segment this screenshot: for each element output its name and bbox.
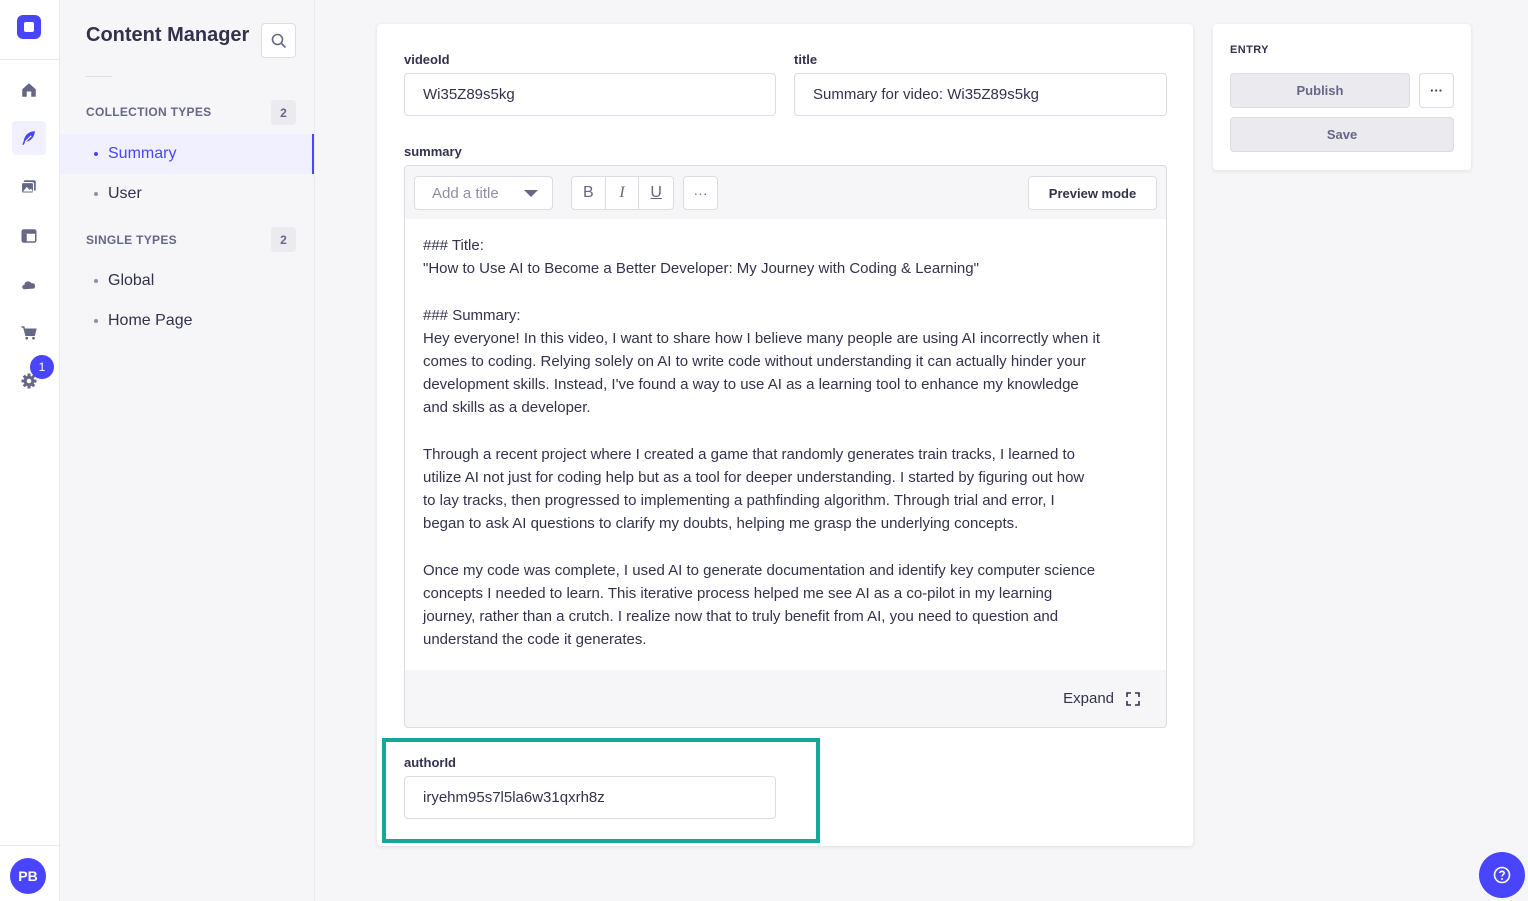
heading-select[interactable]: Add a title [414, 176, 553, 210]
layout-icon[interactable] [12, 219, 46, 253]
bullet-icon [94, 319, 98, 323]
highlight-box [382, 738, 820, 843]
bold-button[interactable]: B [572, 177, 606, 209]
expand-label: Expand [1063, 690, 1114, 707]
save-button[interactable]: Save [1230, 117, 1454, 152]
collection-types-count: 2 [271, 100, 296, 125]
sidebar-title: Content Manager [86, 24, 250, 46]
divider [86, 76, 112, 77]
media-icon[interactable] [12, 170, 46, 204]
more-actions-button[interactable]: ··· [1419, 73, 1454, 108]
search-icon [271, 33, 286, 48]
edit-form-card: videoId Wi35Z89s5kg title Summary for vi… [377, 24, 1193, 846]
summary-label: summary [404, 144, 462, 159]
expand-icon [1126, 691, 1140, 706]
publish-button[interactable]: Publish [1230, 73, 1410, 108]
collection-types-label[interactable]: COLLECTION TYPES [86, 105, 211, 119]
videoId-label: videoId [404, 52, 450, 67]
notification-badge: 1 [30, 355, 54, 379]
format-buttons: B I U [571, 176, 674, 210]
preview-mode-button[interactable]: Preview mode [1028, 176, 1157, 210]
sidebar-search-button[interactable] [261, 23, 296, 58]
sidebar-item-summary[interactable]: Summary [60, 134, 314, 174]
more-formats-button[interactable]: ··· [683, 176, 718, 210]
feather-icon[interactable] [12, 121, 46, 155]
expand-button[interactable]: Expand [1063, 690, 1140, 707]
entry-panel: ENTRY Publish ··· Save [1213, 24, 1471, 170]
home-icon[interactable] [12, 73, 46, 107]
divider [0, 59, 60, 60]
entry-label: ENTRY [1230, 44, 1269, 56]
bullet-icon [94, 192, 98, 196]
title-input[interactable]: Summary for video: Wi35Z89s5kg [794, 73, 1167, 116]
cloud-icon[interactable] [12, 267, 46, 301]
summary-textarea[interactable]: ### Title: "How to Use AI to Become a Be… [405, 219, 1166, 670]
bullet-icon [94, 152, 98, 156]
help-icon [1493, 866, 1511, 884]
sidebar-item-label: User [108, 185, 142, 202]
single-types-count: 2 [271, 227, 296, 252]
strapi-logo-icon[interactable] [17, 15, 41, 39]
avatar[interactable]: PB [10, 858, 46, 894]
sidebar-item-home-page[interactable]: Home Page [60, 301, 314, 341]
help-button[interactable] [1479, 852, 1525, 898]
italic-button[interactable]: I [606, 177, 640, 209]
divider [0, 845, 60, 846]
title-label: title [794, 52, 818, 67]
main-nav-rail: 1 PB [0, 0, 60, 901]
sidebar-item-label: Summary [108, 145, 177, 162]
sidebar-item-user[interactable]: User [60, 174, 314, 214]
sidebar-item-global[interactable]: Global [60, 261, 314, 301]
cart-icon[interactable] [12, 316, 46, 350]
content-manager-sidebar: Content Manager COLLECTION TYPES 2 Summa… [60, 0, 315, 901]
heading-select-label: Add a title [432, 184, 499, 202]
sidebar-item-label: Global [108, 272, 155, 289]
single-types-label[interactable]: SINGLE TYPES [86, 233, 177, 247]
markdown-editor: Add a title B I U ··· Preview mode ### T… [404, 165, 1167, 728]
bullet-icon [94, 279, 98, 283]
videoId-input[interactable]: Wi35Z89s5kg [404, 73, 776, 116]
sidebar-item-label: Home Page [108, 312, 193, 329]
caret-down-icon [524, 190, 538, 197]
underline-button[interactable]: U [639, 177, 673, 209]
